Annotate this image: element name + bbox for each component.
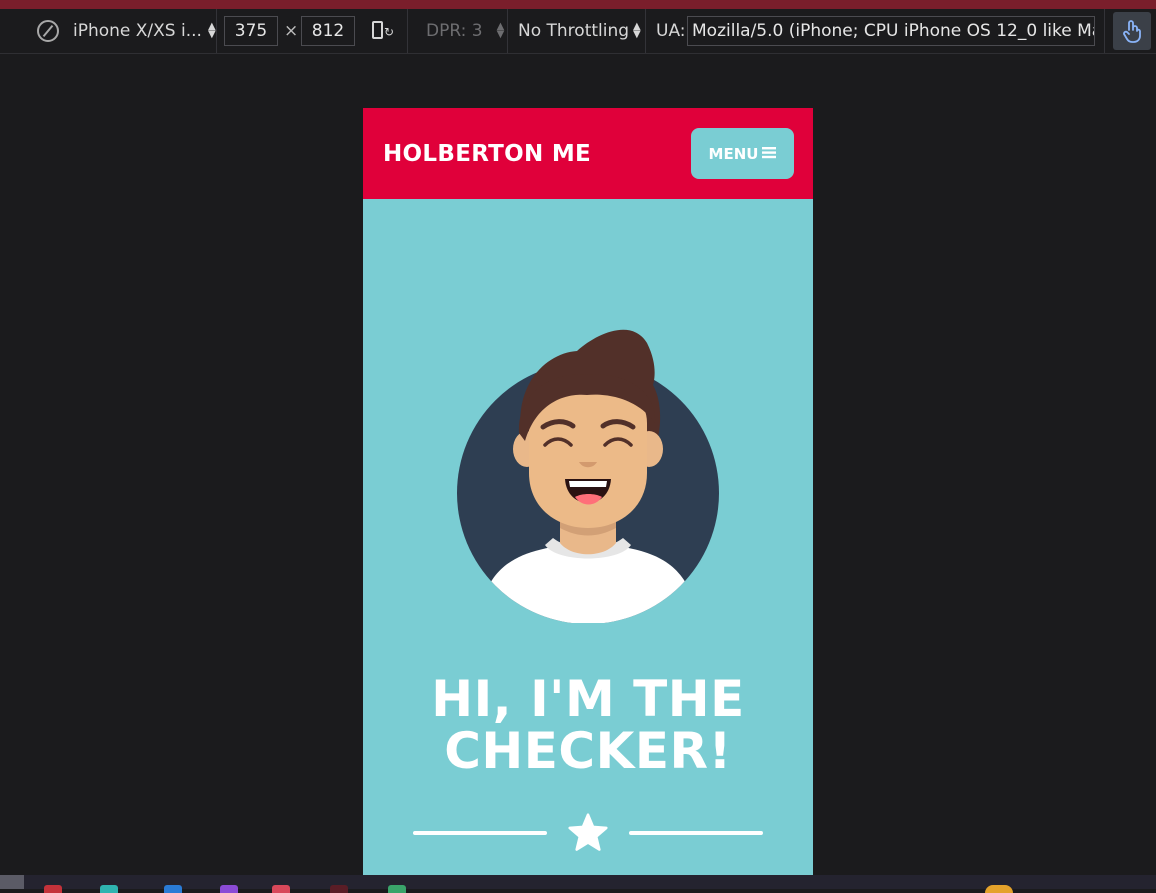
device-select[interactable]: iPhone X/XS i... ▲ ▼: [73, 9, 216, 53]
divider-line-left: [413, 831, 547, 835]
taskbar-app-icon[interactable]: [985, 885, 1013, 893]
taskbar-app-icon[interactable]: [100, 885, 118, 893]
throttling-label: No Throttling: [518, 21, 630, 41]
dpr-label: DPR: 3: [426, 21, 483, 41]
window-top-strip: [0, 0, 1156, 9]
device-name: iPhone X/XS i...: [73, 21, 202, 41]
touch-icon[interactable]: [1113, 12, 1151, 50]
taskbar-app-icon[interactable]: [330, 885, 348, 893]
site-header: HOLBERTON ME MENU: [363, 108, 813, 199]
divider-line-right: [629, 831, 763, 835]
ua-label: UA:: [656, 21, 686, 41]
menu-label: MENU: [708, 144, 759, 163]
avatar-illustration: [457, 329, 719, 623]
taskbar-app-icon[interactable]: [272, 885, 290, 893]
width-input[interactable]: 375: [224, 16, 278, 46]
star-divider: [363, 808, 813, 858]
chevron-updown-icon: ▲ ▼: [633, 21, 641, 40]
taskbar-start[interactable]: [0, 875, 24, 889]
rotate-icon[interactable]: ↻: [370, 9, 394, 53]
star-icon: [568, 813, 608, 851]
compass-icon[interactable]: [37, 9, 59, 53]
chevron-updown-icon: ▲ ▼: [496, 21, 505, 40]
site-brand[interactable]: HOLBERTON ME: [383, 108, 591, 199]
taskbar-app-icon[interactable]: [164, 885, 182, 893]
hero-title: HI, I'M THE CHECKER!: [363, 673, 813, 777]
ua-input[interactable]: Mozilla/5.0 (iPhone; CPU iPhone OS 12_0 …: [687, 16, 1095, 46]
taskbar-app-icon[interactable]: [388, 885, 406, 893]
hero-title-line-2: CHECKER!: [444, 722, 732, 780]
device-viewport: HOLBERTON ME MENU HI, I'M THE CHECKER!: [363, 108, 813, 875]
hamburger-icon: [762, 145, 777, 163]
dpr-select[interactable]: DPR: 3 ▲ ▼: [426, 9, 504, 53]
os-taskbar: [0, 875, 1156, 893]
hero-title-line-1: HI, I'M THE: [431, 670, 745, 728]
height-input[interactable]: 812: [301, 16, 355, 46]
devtools-device-toolbar: iPhone X/XS i... ▲ ▼ 375 × 812 ↻ DPR: 3 ▲…: [0, 9, 1156, 54]
menu-button[interactable]: MENU: [691, 128, 794, 179]
throttling-select[interactable]: No Throttling ▲ ▼: [518, 9, 641, 53]
chevron-updown-icon: ▲ ▼: [207, 21, 216, 40]
dimension-separator: ×: [284, 21, 299, 41]
taskbar-app-icon[interactable]: [220, 885, 238, 893]
taskbar-app-icon[interactable]: [44, 885, 62, 893]
